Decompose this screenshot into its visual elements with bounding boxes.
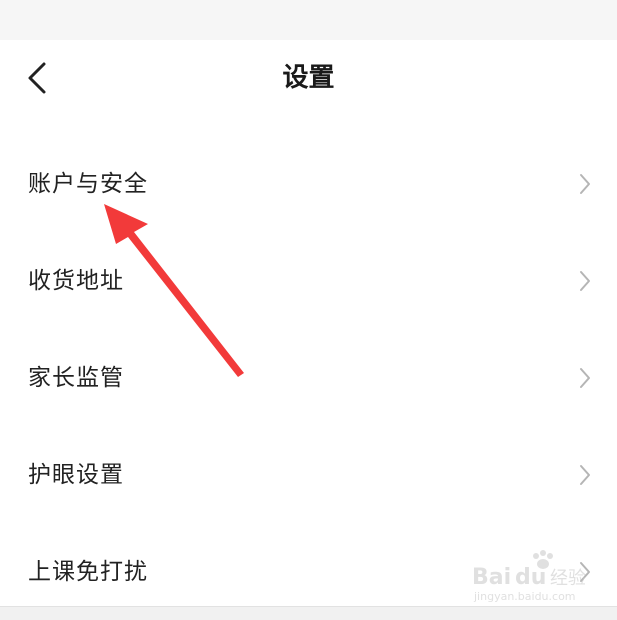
menu-item-parental-control[interactable]: 家长监管 <box>0 329 617 426</box>
settings-menu: 账户与安全 收货地址 家长监管 护眼设置 上课免打扰 <box>0 135 617 620</box>
menu-item-label: 家长监管 <box>28 365 124 391</box>
status-area <box>0 0 617 40</box>
menu-item-shipping-address[interactable]: 收货地址 <box>0 232 617 329</box>
chevron-right-icon <box>579 464 591 486</box>
chevron-right-icon <box>579 367 591 389</box>
menu-item-account-security[interactable]: 账户与安全 <box>0 135 617 232</box>
chevron-right-icon <box>579 561 591 583</box>
menu-item-label: 收货地址 <box>28 268 124 294</box>
menu-item-eye-protection[interactable]: 护眼设置 <box>0 426 617 523</box>
settings-screen: 设置 账户与安全 收货地址 家长监管 护眼设置 上课免打扰 Bai du 经验 … <box>0 0 617 620</box>
chevron-right-icon <box>579 173 591 195</box>
menu-item-label: 账户与安全 <box>28 171 148 197</box>
page-title: 设置 <box>282 63 335 93</box>
bottom-divider <box>0 606 617 620</box>
chevron-right-icon <box>579 270 591 292</box>
menu-item-label: 上课免打扰 <box>28 559 148 585</box>
menu-item-label: 护眼设置 <box>28 462 124 488</box>
nav-header: 设置 <box>0 40 617 118</box>
